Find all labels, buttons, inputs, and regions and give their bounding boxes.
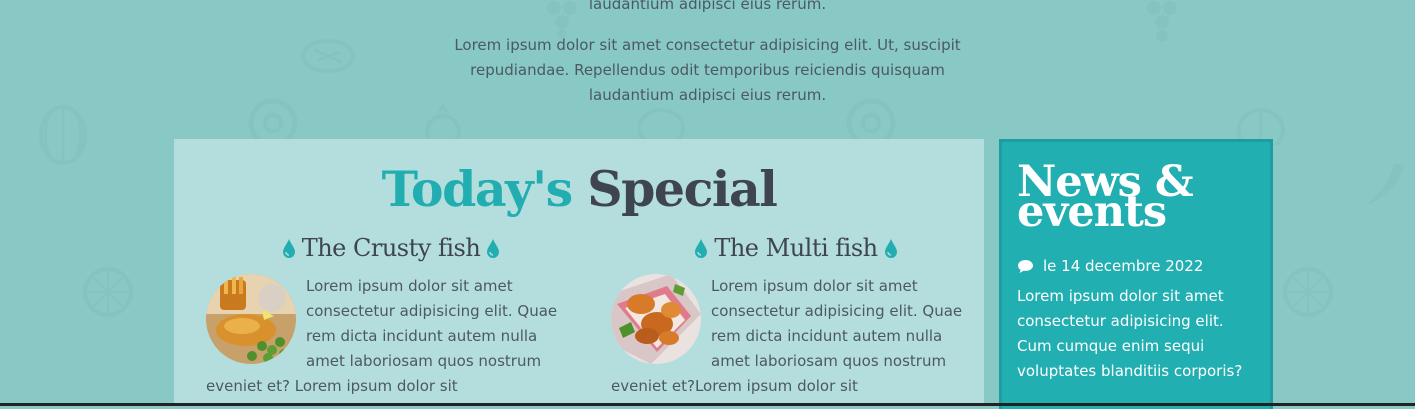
background-orange-slice-icon-2	[1282, 266, 1334, 318]
fish-and-chips-photo	[206, 274, 296, 364]
news-text: Lorem ipsum dolor sit amet consectetur a…	[1017, 287, 1243, 380]
water-drop-icon	[695, 239, 708, 258]
intro-paragraph: Lorem ipsum dolor sit amet consectetur a…	[454, 36, 961, 104]
dish-card-multi-fish: The Multi fish Lorem ipsum dolor sit ame…	[611, 231, 981, 399]
special-title-rest: Special	[587, 160, 778, 218]
background-watermelon-icon	[38, 105, 88, 165]
dish-name: The Multi fish	[714, 234, 878, 262]
background-chili-icon	[1360, 160, 1410, 210]
special-title-highlight: Today's	[381, 160, 574, 218]
intro-top-line: laudantium adipisci eius rerum.	[588, 0, 827, 13]
todays-special-panel: Today's Special The Crusty fish Lorem ip…	[174, 139, 984, 406]
background-orange-slice-icon	[82, 266, 134, 318]
news-title: News & events	[1017, 157, 1194, 237]
fried-seafood-photo	[611, 274, 701, 364]
dish-body: Lorem ipsum dolor sit amet consectetur a…	[611, 274, 981, 399]
water-drop-icon	[282, 239, 295, 258]
special-title: Today's Special	[174, 159, 984, 219]
dish-body: Lorem ipsum dolor sit amet consectetur a…	[206, 274, 576, 399]
news-date: le 14 decembre 2022	[1043, 257, 1204, 275]
intro-top-text: laudantium adipisci eius rerum.	[0, 0, 1415, 17]
water-drop-icon	[884, 239, 897, 258]
dish-name: The Crusty fish	[301, 234, 481, 262]
dish-card-crusty-fish: The Crusty fish Lorem ipsum dolor sit am…	[206, 231, 576, 399]
news-meta: le 14 decembre 2022	[1017, 257, 1203, 275]
water-drop-icon	[487, 239, 500, 258]
news-events-panel: News & events le 14 decembre 2022 Lorem …	[999, 139, 1273, 409]
dish-name-row: The Crusty fish	[206, 231, 576, 265]
intro-section: Lorem ipsum dolor sit amet consectetur a…	[0, 33, 1415, 108]
comment-icon	[1018, 259, 1033, 273]
dish-name-row: The Multi fish	[611, 231, 981, 265]
